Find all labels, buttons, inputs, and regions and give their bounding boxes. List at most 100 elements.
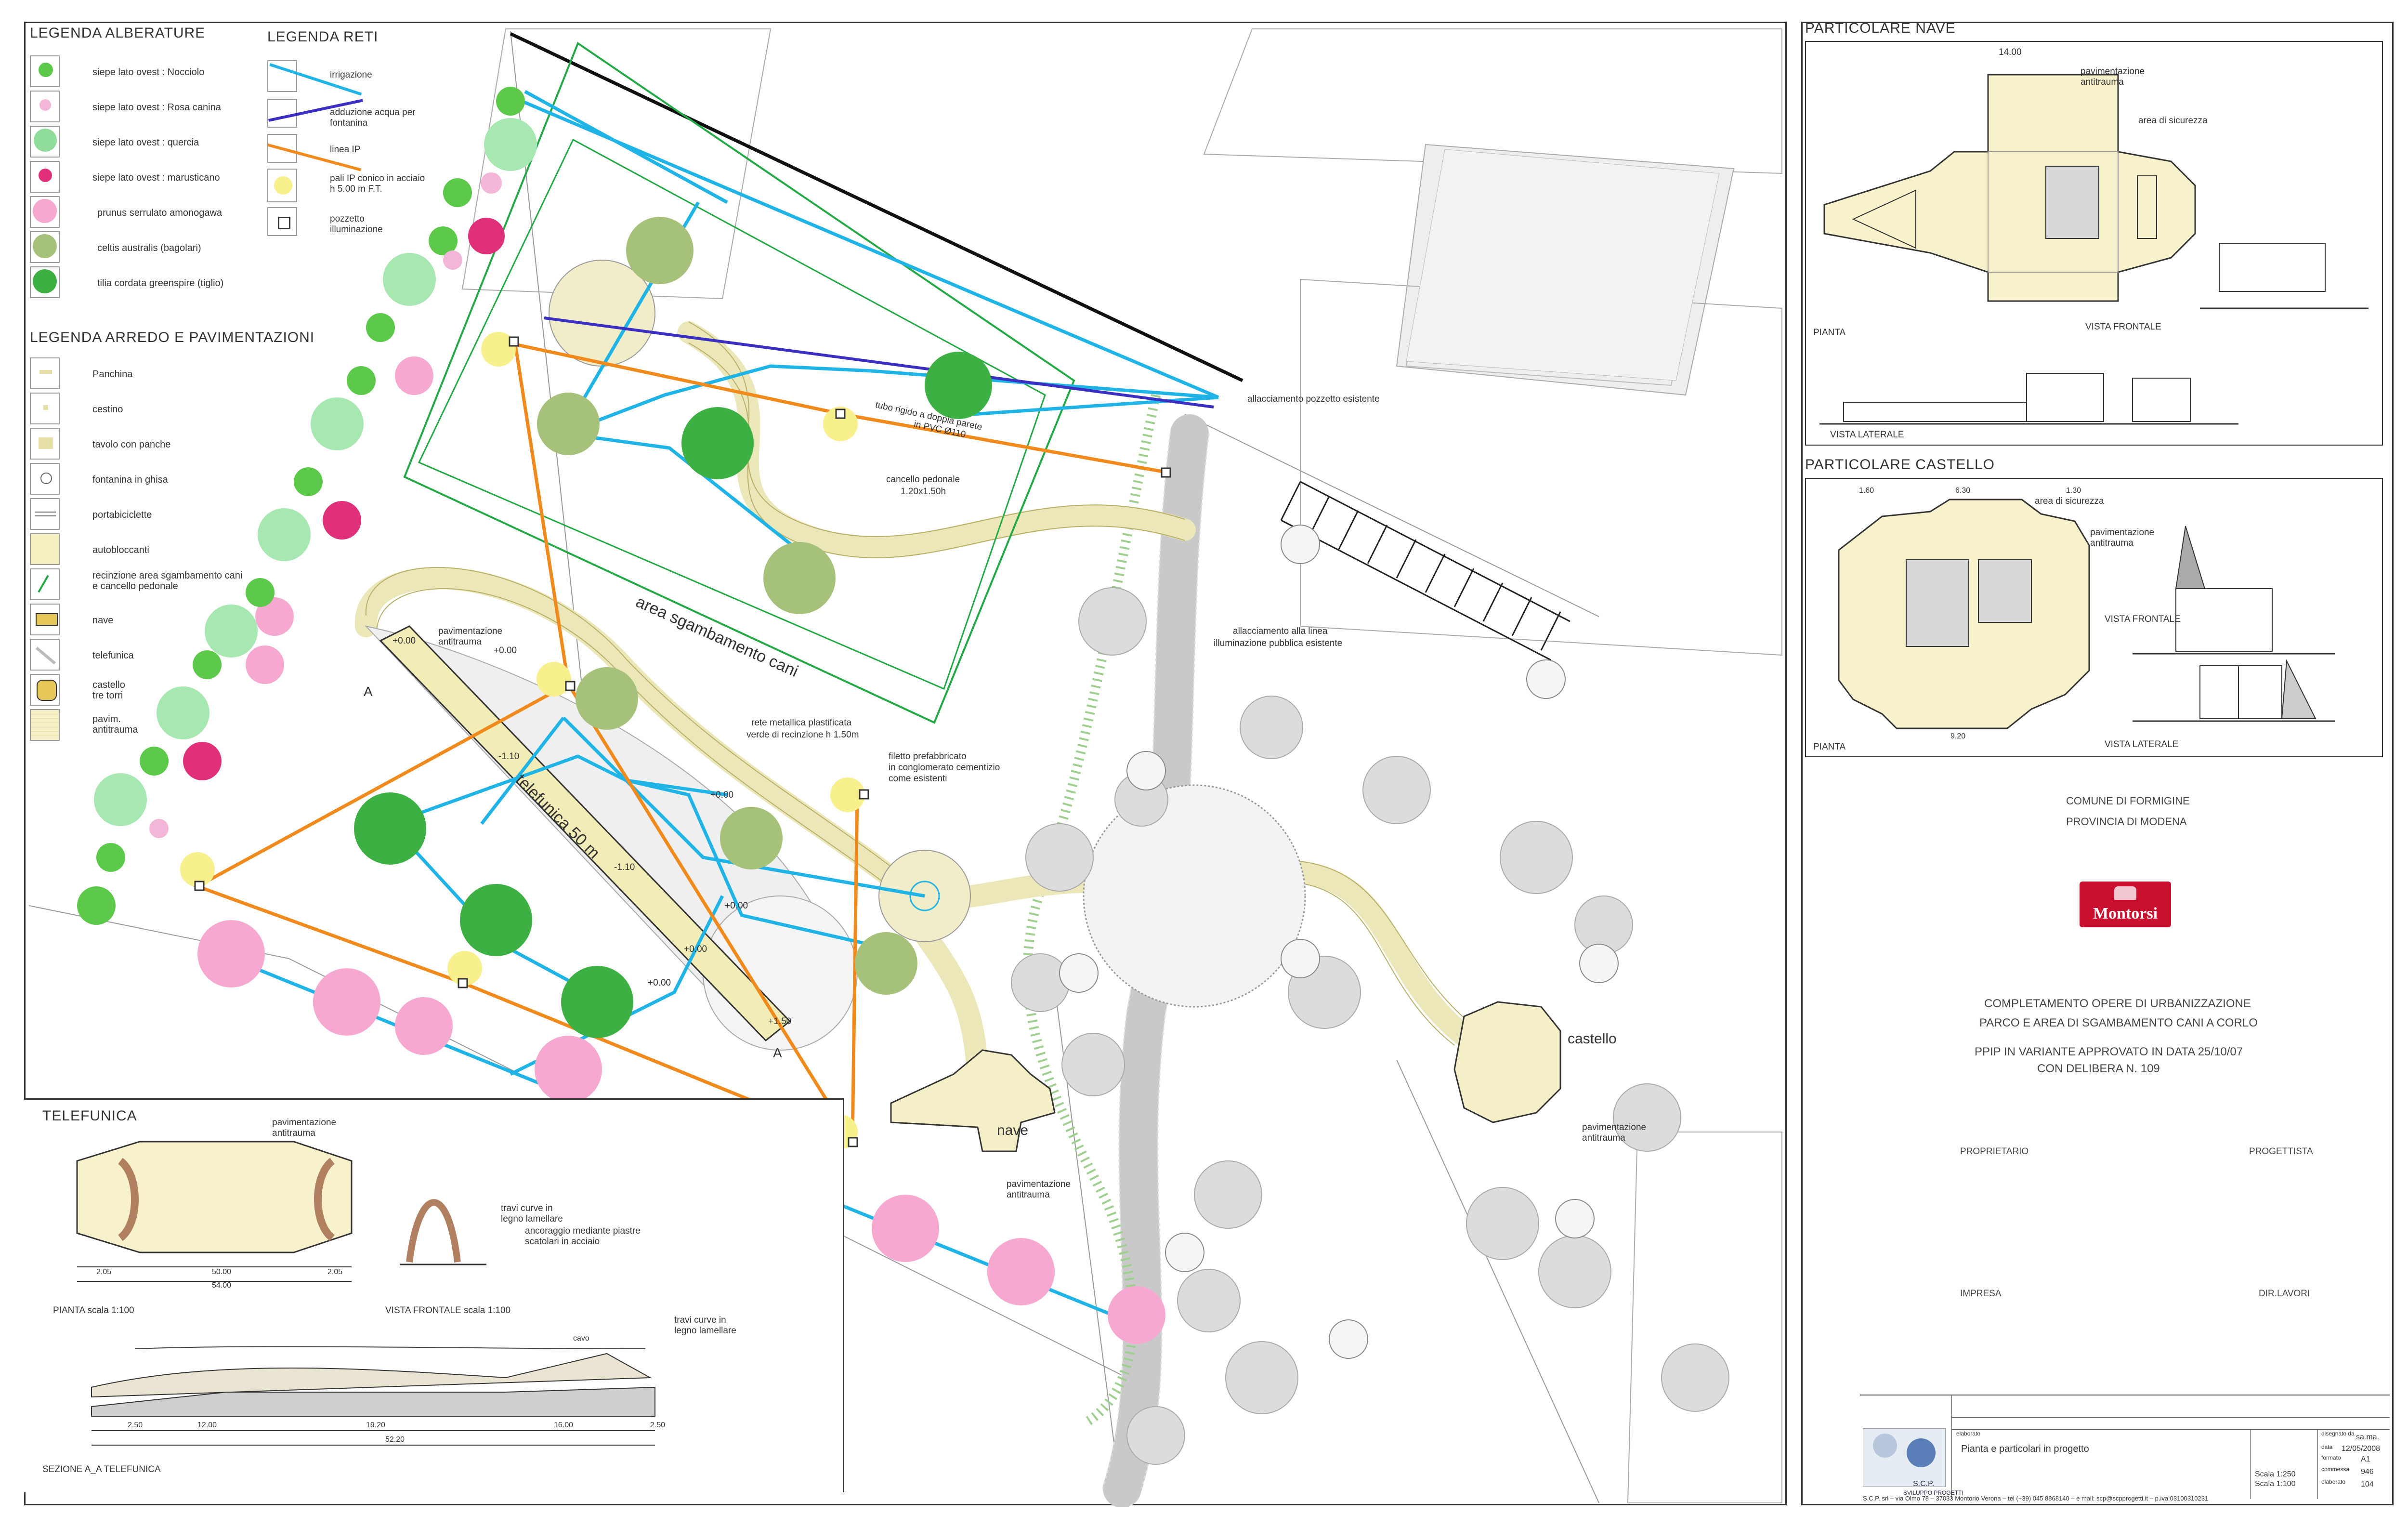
data-caption: data: [2321, 1444, 2333, 1450]
legend-row-tilia: tilia cordata greenspire (tiglio): [30, 266, 251, 301]
studio-footer: S.C.P. srl – via Olmo 78 – 37033 Montori…: [1863, 1495, 2209, 1502]
tel-travi-1: travi curve in: [501, 1203, 553, 1213]
filetto-label-1: filetto prefabbricato: [889, 751, 967, 762]
elab-n-caption: elaborato: [2321, 1478, 2346, 1485]
pav-antitrauma-nave-1: pavimentazione: [1007, 1179, 1071, 1189]
rete-label-1: rete metallica plastificata: [751, 718, 852, 728]
castello-label: castello: [1568, 1031, 1617, 1047]
legend-row-prunus: prunus serrulato amonogawa: [30, 196, 251, 231]
allacciamento-pozzetto-label: allacciamento pozzetto esistente: [1247, 394, 1380, 404]
project-title-1: COMPLETAMENTO OPERE DI URBANIZZAZIONE: [1984, 997, 2251, 1010]
studio-name: S.C.P.: [1913, 1480, 1935, 1488]
tel-ancor-2: scatolari in acciaio: [525, 1237, 600, 1247]
legend-label: nave: [92, 615, 114, 626]
nave-icon: [36, 613, 58, 626]
tel-sec-dim-2: 12.00: [197, 1421, 217, 1429]
tel-sec-total: 52.20: [385, 1435, 405, 1444]
elevation-5: +0.00: [710, 790, 734, 800]
tel-dim-total: 54.00: [212, 1281, 232, 1290]
tel-dim-left: 2.05: [96, 1268, 112, 1276]
water-supply-line: [544, 316, 1214, 408]
castello-icon: [37, 680, 57, 701]
tel-sec-dim-1: 2.50: [128, 1421, 143, 1429]
legend-row-nave: nave: [30, 604, 251, 638]
building-hatching: [1406, 149, 1720, 381]
central-plaza: [1083, 784, 1306, 1008]
ppip-title-2: CON DELIBERA N. 109: [2037, 1062, 2160, 1075]
prunus-icon: [33, 199, 57, 223]
montorsi-logo: Montorsi: [2080, 882, 2171, 927]
nave-label: nave: [997, 1122, 1029, 1138]
castello-dim-1: 1.60: [1859, 487, 1874, 495]
nave-pav-2: antitrauma: [2081, 77, 2124, 87]
nave-dim-top: 14.00: [1999, 47, 2022, 57]
telefunica-detail-drawings: [76, 1141, 655, 1446]
legend-label: fontanina in ghisa: [92, 474, 168, 485]
commessa-caption: commessa: [2321, 1466, 2350, 1473]
formato-value: A1: [2361, 1455, 2370, 1463]
legend-label: prunus serrulato amonogawa: [97, 208, 222, 218]
ppip-title-1: PPIP IN VARIANTE APPROVATO IN DATA 25/10…: [1975, 1045, 2243, 1058]
tel-sec-dim-3: 19.20: [366, 1421, 386, 1429]
elevation-9: +1.50: [768, 1016, 792, 1027]
legend-row-antitrauma: pavim. antitrauma: [30, 709, 251, 744]
legend-row-fontanina: fontanina in ghisa: [30, 463, 251, 498]
filetto-label-2: in conglomerato cementizio: [889, 763, 1000, 773]
allacciamento-linea-label-1: allacciamento alla linea: [1233, 626, 1328, 636]
cartouche: S.C.P. SVILUPPO PROGETTI elaborato Piant…: [1860, 1395, 2390, 1504]
tilia-icon: [33, 269, 57, 293]
tel-dim-right: 2.05: [327, 1268, 343, 1276]
legend-row-celtis: celtis australis (bagolari): [30, 231, 251, 266]
progettista-label: PROGETTISTA: [2249, 1146, 2313, 1157]
pav-antitrauma-tel-1: pavimentazione: [438, 626, 503, 636]
elevation-4: -1.10: [614, 862, 635, 872]
legend-row-autobloccanti: autobloccanti: [30, 533, 251, 568]
legend-label: siepe lato ovest : Rosa canina: [92, 102, 221, 113]
legend-label: pavim. antitrauma: [92, 714, 138, 735]
tel-sec-dim-4: 16.00: [554, 1421, 574, 1429]
elevation-1: +0.00: [393, 636, 416, 646]
tel-pav-1: pavimentazione: [272, 1118, 337, 1128]
formato-caption: formato: [2321, 1454, 2341, 1461]
tel-sezione-label: SEZIONE A_A TELEFUNICA: [42, 1464, 161, 1474]
legend-row-nocciolo: siepe lato ovest : Nocciolo: [30, 55, 251, 90]
elevation-3: -1.10: [498, 751, 520, 762]
rosa-canina-icon: [39, 99, 51, 111]
tel-sec-dim-5: 2.50: [650, 1421, 666, 1429]
marusticano-icon: [39, 169, 52, 182]
pav-antitrauma-tel-2: antitrauma: [438, 637, 482, 647]
legend-alberature-title: LEGENDA ALBERATURE: [30, 25, 206, 41]
dir-lavori-label: DIR.LAVORI: [2259, 1289, 2310, 1299]
section-a1-label: A: [364, 684, 373, 699]
legend-label: pali IP conico in acciaio h 5.00 m F.T.: [330, 173, 425, 194]
elevation-2: +0.00: [494, 645, 517, 656]
quercia-icon: [34, 129, 57, 152]
castello-pav-1: pavimentazione: [2090, 527, 2155, 538]
nave-pianta-label: PIANTA: [1813, 328, 1846, 338]
castello-detail-title: PARTICOLARE CASTELLO: [1805, 457, 1995, 473]
legend-label: autobloccanti: [92, 545, 149, 555]
celtis-icon: [33, 234, 57, 258]
nave-detail-drawings: [1819, 74, 2369, 425]
tel-pianta-label: PIANTA scala 1:100: [53, 1305, 134, 1316]
legend-row-rosa: siepe lato ovest : Rosa canina: [30, 91, 251, 125]
legend-row-telefunica: telefunica: [30, 639, 251, 673]
pav-antitrauma-cast-1: pavimentazione: [1582, 1122, 1647, 1132]
elaborato-title: Pianta e particolari in progetto: [1961, 1444, 2089, 1454]
castello-dim-bottom: 9.20: [1950, 732, 1966, 740]
nave-vista-frontale-label: VISTA FRONTALE: [2085, 322, 2161, 332]
nave-footprint: [890, 1049, 1056, 1152]
legend-label: tavolo con panche: [92, 439, 171, 450]
castello-dim-3: 1.30: [2066, 487, 2081, 495]
castello-dim-2: 6.30: [1955, 487, 1971, 495]
scp-logo: [1863, 1428, 1946, 1487]
legend-row-quercia: siepe lato ovest : quercia: [30, 126, 251, 160]
castello-detail-drawings: [1838, 499, 2335, 729]
filetto-label-3: come esistenti: [889, 774, 947, 784]
elevation-7: +0.00: [684, 944, 707, 954]
scala-1: Scala 1:250: [2255, 1470, 2296, 1478]
castello-pianta-label: PIANTA: [1813, 742, 1846, 752]
comune-label: COMUNE DI FORMIGINE: [2066, 795, 2190, 807]
rete-label-2: verde di recinzione h 1.50m: [746, 730, 859, 740]
legend-label: siepe lato ovest : quercia: [92, 137, 199, 148]
